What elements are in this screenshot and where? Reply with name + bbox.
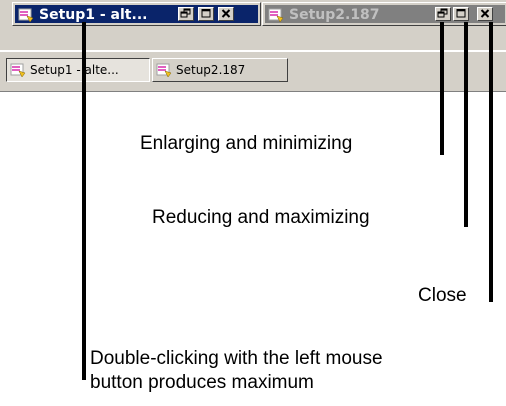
annotated-screenshot: Setup1 - alt... Setup2.187 Setup1 - alte… bbox=[0, 0, 506, 406]
restore-button[interactable] bbox=[435, 7, 451, 21]
maximize-icon bbox=[201, 9, 211, 18]
callout-label-enlarge: Enlarging and minimizing bbox=[140, 133, 353, 154]
callout-label-close: Close bbox=[418, 285, 467, 306]
restore-icon bbox=[437, 8, 448, 18]
maximize-button[interactable] bbox=[453, 7, 469, 21]
setup-app-icon bbox=[18, 8, 34, 23]
close-icon bbox=[221, 9, 231, 18]
setup-app-icon bbox=[268, 8, 284, 23]
taskbar-button-setup2[interactable]: Setup2.187 bbox=[152, 58, 288, 82]
window-setup1[interactable]: Setup1 - alt... bbox=[12, 2, 261, 26]
window-title: Setup1 - alt... bbox=[39, 7, 148, 23]
taskbar-button-label: Setup1 - alte... bbox=[30, 63, 119, 77]
close-button[interactable] bbox=[477, 7, 493, 21]
callout-label-double-click-line2: button produces maximum bbox=[90, 372, 314, 393]
close-icon bbox=[480, 9, 490, 18]
restore-icon bbox=[180, 8, 191, 18]
callout-line-restore bbox=[440, 22, 444, 155]
callout-label-double-click-line1: Double-clicking with the left mouse bbox=[90, 348, 383, 369]
setup-app-icon bbox=[156, 63, 172, 78]
setup-app-icon bbox=[10, 63, 26, 78]
callout-line-caption bbox=[82, 22, 86, 380]
window-title: Setup2.187 bbox=[289, 7, 380, 23]
window-setup2[interactable]: Setup2.187 bbox=[262, 2, 506, 26]
maximize-button[interactable] bbox=[198, 7, 214, 21]
taskbar-button-setup1[interactable]: Setup1 - alte... bbox=[6, 58, 150, 82]
taskbar-button-label: Setup2.187 bbox=[176, 63, 246, 77]
window-caption-inactive[interactable]: Setup2.187 bbox=[265, 5, 505, 23]
window-caption-active[interactable]: Setup1 - alt... bbox=[15, 5, 258, 23]
restore-button[interactable] bbox=[178, 7, 194, 21]
mdi-title-strip: Setup1 - alt... Setup2.187 bbox=[0, 0, 506, 50]
callout-label-reduce: Reducing and maximizing bbox=[152, 207, 370, 228]
divider bbox=[0, 91, 506, 92]
maximize-icon bbox=[456, 9, 466, 18]
callout-line-close bbox=[489, 22, 493, 302]
callout-line-maximize bbox=[464, 22, 468, 227]
window-button-bar: Setup1 - alte... Setup2.187 bbox=[0, 52, 506, 92]
close-button[interactable] bbox=[218, 7, 234, 21]
